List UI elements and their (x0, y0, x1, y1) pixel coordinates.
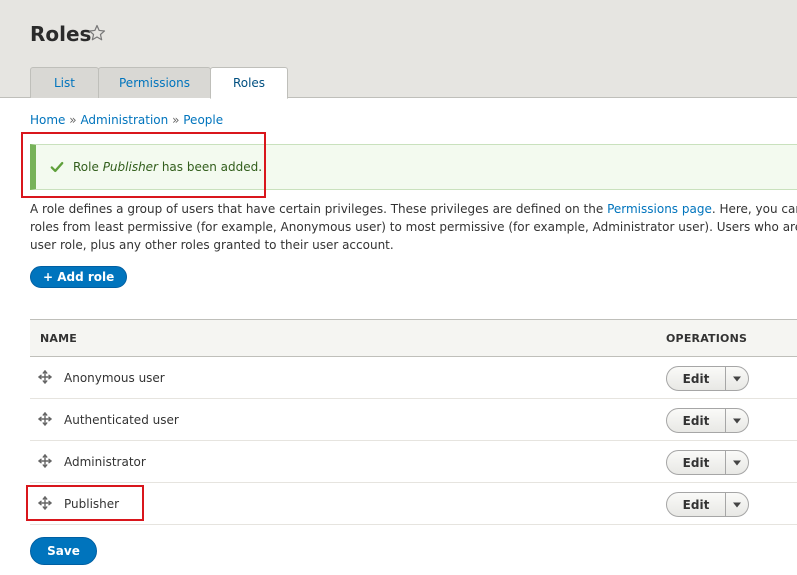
tab-bar: List Permissions Roles (30, 67, 288, 99)
description-line-3: user role, plus any other roles granted … (30, 238, 394, 252)
tab-permissions[interactable]: Permissions (98, 67, 211, 98)
permissions-page-link[interactable]: Permissions page (607, 202, 712, 216)
roles-table: NAME OPERATIONS Anonymous user Edit Auth… (30, 319, 797, 525)
role-name: Anonymous user (64, 371, 165, 385)
edit-button[interactable]: Edit (667, 493, 726, 516)
page-header: Roles List Permissions Roles (0, 0, 797, 99)
star-icon[interactable] (88, 24, 106, 42)
role-name: Administrator (64, 455, 146, 469)
tab-roles[interactable]: Roles (210, 67, 288, 99)
table-header: NAME OPERATIONS (30, 319, 797, 357)
breadcrumb-separator: » (172, 113, 180, 127)
chevron-down-icon (733, 460, 741, 465)
status-text: Role Publisher has been added. (73, 160, 262, 174)
drag-icon[interactable] (38, 412, 52, 426)
check-icon (50, 161, 64, 173)
breadcrumb: Home » Administration » People (30, 113, 223, 127)
chevron-down-icon (733, 376, 741, 381)
dropdown-toggle[interactable] (726, 451, 748, 474)
drag-icon[interactable] (38, 496, 52, 510)
chevron-down-icon (733, 418, 741, 423)
column-operations: OPERATIONS (666, 332, 748, 345)
role-name: Publisher (64, 497, 120, 511)
table-row: Anonymous user Edit (30, 357, 797, 399)
dropdown-toggle[interactable] (726, 409, 748, 432)
status-suffix: has been added. (161, 160, 263, 174)
table-row: Administrator Edit (30, 441, 797, 483)
drag-icon[interactable] (38, 454, 52, 468)
save-button[interactable]: Save (30, 537, 97, 565)
chevron-down-icon (733, 502, 741, 507)
table-row: Authenticated user Edit (30, 399, 797, 441)
add-role-button[interactable]: + Add role (30, 266, 128, 288)
column-name: NAME (40, 332, 77, 345)
description-line-2: roles from least permissive (for example… (30, 220, 797, 234)
operations-dropbutton: Edit (666, 408, 749, 433)
breadcrumb-administration[interactable]: Administration (80, 113, 168, 127)
dropdown-toggle[interactable] (726, 367, 748, 390)
operations-dropbutton: Edit (666, 450, 749, 475)
drag-icon[interactable] (38, 370, 52, 384)
breadcrumb-home[interactable]: Home (30, 113, 65, 127)
tab-list[interactable]: List (30, 67, 99, 98)
role-name: Authenticated user (64, 413, 179, 427)
page-title: Roles (30, 22, 92, 46)
edit-button[interactable]: Edit (667, 409, 726, 432)
edit-button[interactable]: Edit (667, 367, 726, 390)
status-message: Role Publisher has been added. (30, 144, 797, 190)
dropdown-toggle[interactable] (726, 493, 748, 516)
description-line-1: A role defines a group of users that hav… (30, 200, 797, 218)
table-row: Publisher Edit (30, 483, 797, 525)
status-prefix: Role (73, 160, 99, 174)
description-text: . Here, you can define (711, 202, 797, 216)
edit-button[interactable]: Edit (667, 451, 726, 474)
status-role-name: Publisher (102, 160, 158, 174)
operations-dropbutton: Edit (666, 492, 749, 517)
operations-dropbutton: Edit (666, 366, 749, 391)
breadcrumb-separator: » (69, 113, 77, 127)
description-text: A role defines a group of users that hav… (30, 202, 604, 216)
breadcrumb-people[interactable]: People (183, 113, 223, 127)
roles-description: A role defines a group of users that hav… (30, 200, 797, 254)
